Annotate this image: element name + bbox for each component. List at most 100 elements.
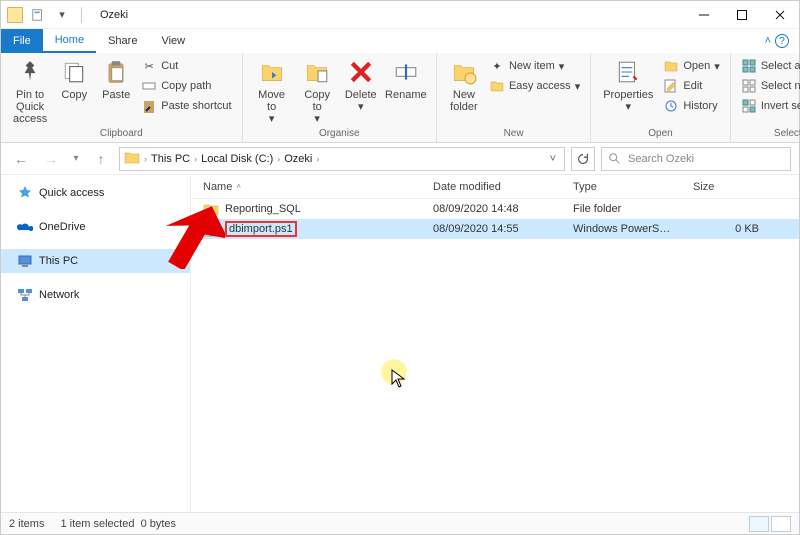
- search-input[interactable]: Search Ozeki: [601, 147, 791, 171]
- close-button[interactable]: [761, 1, 799, 29]
- ribbon-collapse[interactable]: ˄ ?: [765, 34, 799, 48]
- delete-button[interactable]: Delete▾: [340, 55, 382, 115]
- open-icon: [663, 58, 679, 74]
- delete-icon: [346, 57, 376, 87]
- shortcut-icon: [141, 98, 157, 114]
- search-icon: [608, 152, 622, 166]
- column-headers: Name ˄ Date modified Type Size: [191, 175, 799, 199]
- ribbon-group-new: New folder ✦New item ▾ Easy access ▾ New: [437, 53, 591, 142]
- easy-access-button[interactable]: Easy access ▾: [487, 77, 582, 95]
- ribbon-tabs: File Home Share View ˄ ?: [1, 29, 799, 53]
- easy-access-icon: [489, 78, 505, 94]
- pin-quick-access-button[interactable]: Pin to Quick access: [7, 55, 53, 127]
- select-all-icon: [741, 58, 757, 74]
- copy-path-button[interactable]: Copy path: [139, 77, 233, 95]
- tab-share[interactable]: Share: [96, 29, 149, 53]
- sidebar-item-network[interactable]: Network: [1, 283, 190, 307]
- up-button[interactable]: ↑: [89, 147, 113, 171]
- paste-shortcut-button[interactable]: Paste shortcut: [139, 97, 233, 115]
- move-icon: [257, 57, 287, 87]
- history-icon: [663, 98, 679, 114]
- edit-icon: [663, 78, 679, 94]
- sidebar-item-thispc[interactable]: This PC: [1, 249, 190, 273]
- addr-history-dropdown[interactable]: ˅: [546, 153, 560, 165]
- group-label-clipboard: Clipboard: [7, 127, 236, 142]
- cloud-icon: [17, 219, 33, 235]
- maximize-button[interactable]: [723, 1, 761, 29]
- folder-app-icon: [7, 7, 23, 23]
- window-title: Ozeki: [92, 9, 128, 21]
- cursor-highlight: [381, 359, 407, 385]
- new-item-button[interactable]: ✦New item ▾: [487, 57, 582, 75]
- new-folder-icon: [449, 57, 479, 87]
- sparkle-icon: ✦: [489, 58, 505, 74]
- rename-icon: [391, 57, 421, 87]
- tab-home[interactable]: Home: [43, 29, 96, 53]
- status-selection: 1 item selected 0 bytes: [60, 518, 176, 530]
- pin-icon: [15, 57, 45, 87]
- move-to-button[interactable]: Move to▾: [249, 55, 295, 127]
- properties-button[interactable]: Properties▾: [597, 55, 659, 115]
- breadcrumb[interactable]: This PC: [151, 153, 190, 165]
- folder-thumb-icon: [124, 149, 140, 168]
- refresh-button[interactable]: [571, 147, 595, 171]
- col-size[interactable]: Size: [689, 181, 769, 193]
- folder-icon: [203, 201, 219, 217]
- select-none-button[interactable]: Select none: [739, 77, 800, 95]
- group-label-select: Select: [737, 127, 800, 142]
- ribbon-group-organise: Move to▾ Copy to▾ Delete▾ Rename Organis…: [243, 53, 437, 142]
- group-label-organise: Organise: [249, 127, 430, 142]
- select-all-button[interactable]: Select all: [739, 57, 800, 75]
- status-item-count: 2 items: [9, 518, 44, 530]
- ribbon-group-open: Properties▾ Open ▾ Edit History Open: [591, 53, 731, 142]
- navbar: ← → ▾ ↑ › This PC› Local Disk (C:)› Ozek…: [1, 143, 799, 175]
- sidebar-item-onedrive[interactable]: OneDrive: [1, 215, 190, 239]
- cut-button[interactable]: ✂Cut: [139, 57, 233, 75]
- list-item[interactable]: Reporting_SQL 08/09/2020 14:48 File fold…: [191, 199, 799, 219]
- copy-icon: [59, 57, 89, 87]
- breadcrumb[interactable]: Ozeki: [284, 153, 312, 165]
- recent-locations-button[interactable]: ▾: [69, 147, 83, 171]
- view-details-button[interactable]: [749, 516, 769, 532]
- list-item[interactable]: dbimport.ps1 08/09/2020 14:55 Windows Po…: [191, 219, 799, 239]
- rename-button[interactable]: Rename: [382, 55, 430, 103]
- pc-icon: [17, 253, 33, 269]
- tab-view[interactable]: View: [149, 29, 197, 53]
- history-button[interactable]: History: [661, 97, 721, 115]
- col-date[interactable]: Date modified: [429, 181, 569, 193]
- copy-to-icon: [302, 57, 332, 87]
- group-label-new: New: [443, 127, 584, 142]
- copy-to-button[interactable]: Copy to▾: [295, 55, 340, 127]
- back-button[interactable]: ←: [9, 147, 33, 171]
- breadcrumb[interactable]: Local Disk (C:): [201, 153, 273, 165]
- qat-properties-icon[interactable]: [29, 6, 47, 24]
- sort-asc-icon: ˄: [236, 182, 241, 191]
- nav-tree: Quick access OneDrive This PC Network: [1, 175, 191, 512]
- ribbon: Pin to Quick access Copy Paste ✂Cut Copy…: [1, 53, 799, 143]
- col-name[interactable]: Name ˄: [199, 181, 429, 193]
- network-icon: [17, 287, 33, 303]
- minimize-button[interactable]: [685, 1, 723, 29]
- address-bar[interactable]: › This PC› Local Disk (C:)› Ozeki› ˅: [119, 147, 565, 171]
- tab-file[interactable]: File: [1, 29, 43, 53]
- sidebar-item-quick-access[interactable]: Quick access: [1, 181, 190, 205]
- new-folder-button[interactable]: New folder: [443, 55, 485, 115]
- paste-button[interactable]: Paste: [95, 55, 137, 103]
- invert-icon: [741, 98, 757, 114]
- select-none-icon: [741, 78, 757, 94]
- group-label-open: Open: [597, 127, 724, 142]
- path-icon: [141, 78, 157, 94]
- help-icon[interactable]: ?: [775, 34, 789, 48]
- forward-button[interactable]: →: [39, 147, 63, 171]
- titlebar: ▾ Ozeki: [1, 1, 799, 29]
- qat-dropdown-icon[interactable]: ▾: [53, 6, 71, 24]
- star-icon: [17, 185, 33, 201]
- copy-button[interactable]: Copy: [53, 55, 95, 103]
- open-button[interactable]: Open ▾: [661, 57, 721, 75]
- invert-selection-button[interactable]: Invert selection: [739, 97, 800, 115]
- col-type[interactable]: Type: [569, 181, 689, 193]
- edit-button[interactable]: Edit: [661, 77, 721, 95]
- view-large-button[interactable]: [771, 516, 791, 532]
- paste-icon: [101, 57, 131, 87]
- ribbon-group-clipboard: Pin to Quick access Copy Paste ✂Cut Copy…: [1, 53, 243, 142]
